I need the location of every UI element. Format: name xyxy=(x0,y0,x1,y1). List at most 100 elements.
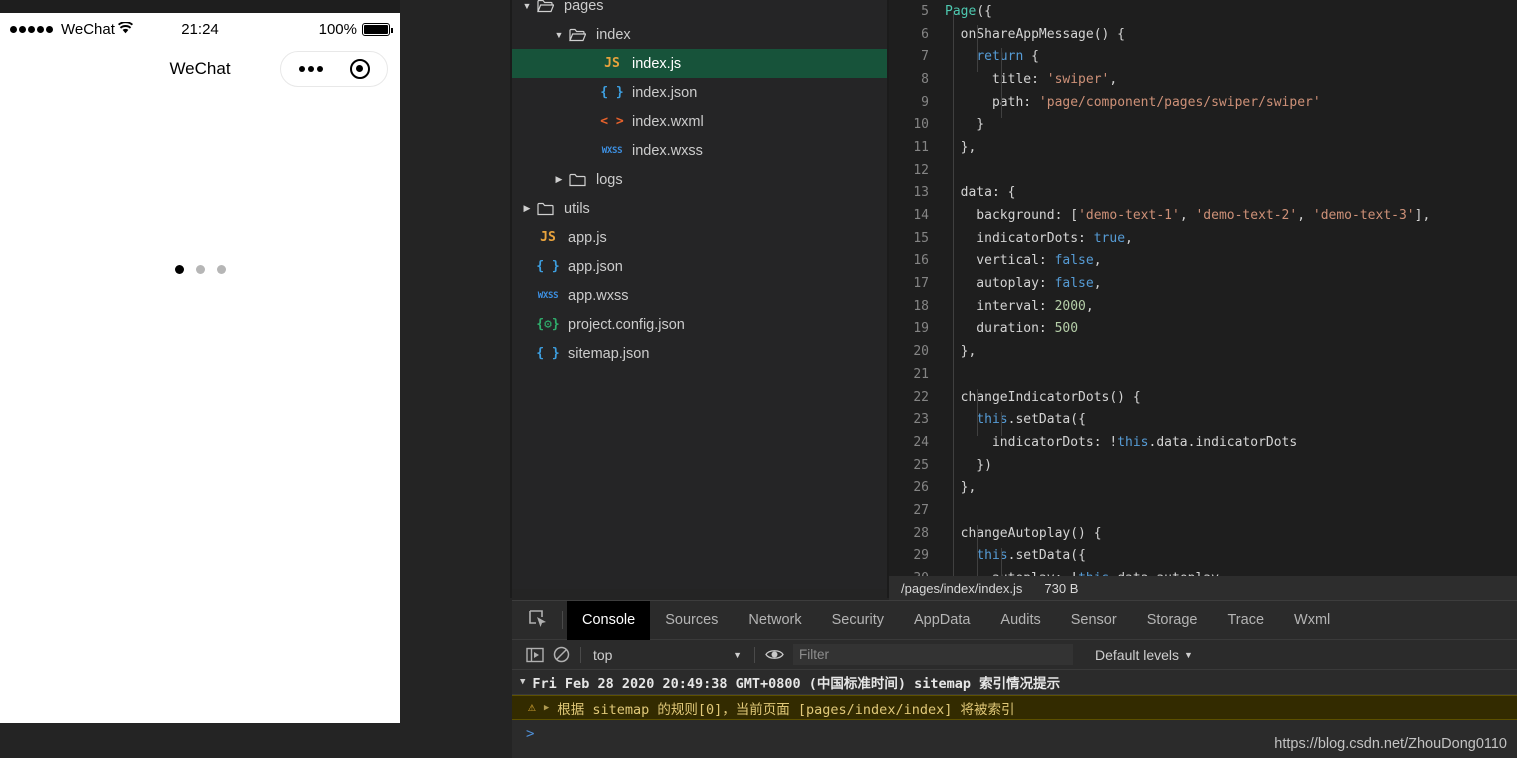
tree-item-project-config-json[interactable]: {⚙} project.config.json xyxy=(512,310,887,339)
code-text: Page({ xyxy=(945,3,992,19)
tree-item-index[interactable]: ▼ index xyxy=(512,20,887,49)
swiper-indicator-dots[interactable] xyxy=(0,265,400,274)
line-number: 9 xyxy=(921,94,929,110)
tree-item-app-json[interactable]: { } app.json xyxy=(512,252,887,281)
console-sidebar-icon[interactable] xyxy=(522,647,548,663)
tree-item-utils[interactable]: ▶ utils xyxy=(512,194,887,223)
line-number: 13 xyxy=(913,185,929,201)
tree-item-label: project.config.json xyxy=(568,316,685,333)
log-levels-label: Default levels xyxy=(1095,646,1180,663)
clear-console-icon[interactable] xyxy=(548,646,574,663)
code-line: 5 Page({ xyxy=(889,0,1517,23)
code-text: onShareAppMessage() { xyxy=(945,26,1126,42)
swiper-dot[interactable] xyxy=(216,265,226,274)
tab-wxml[interactable]: Wxml xyxy=(1279,601,1345,640)
code-line: 26 }, xyxy=(889,476,1517,499)
tab-trace[interactable]: Trace xyxy=(1212,601,1279,640)
code-text: autoplay: false, xyxy=(945,276,1102,292)
console-context-label: top xyxy=(593,646,613,663)
json-file-icon: { } xyxy=(536,259,560,274)
code-text: changeIndicatorDots() { xyxy=(945,389,1141,405)
warning-triangle-icon: ⚠ xyxy=(528,700,536,715)
tree-item-index-wxss[interactable]: WXSS index.wxss xyxy=(512,136,887,165)
battery-percent-label: 100% xyxy=(318,20,357,38)
live-expression-icon[interactable] xyxy=(761,648,787,661)
tab-security[interactable]: Security xyxy=(817,601,899,640)
tree-item-logs[interactable]: ▶ logs xyxy=(512,165,887,194)
tab-console[interactable]: Console xyxy=(567,600,651,640)
chevron-right-icon[interactable]: ▶ xyxy=(552,174,566,185)
code-line: 19 duration: 500 xyxy=(889,318,1517,341)
tree-item-label: index.wxml xyxy=(632,113,704,130)
inspect-element-icon[interactable] xyxy=(528,609,554,631)
console-filter-input[interactable] xyxy=(793,644,1073,665)
tree-item-index-wxml[interactable]: < > index.wxml xyxy=(512,107,887,136)
filterbar-divider xyxy=(580,646,581,663)
line-number: 7 xyxy=(921,49,929,65)
code-line: 8 title: 'swiper', xyxy=(889,68,1517,91)
chevron-right-icon[interactable]: ▶ xyxy=(520,203,534,214)
devtools-tab-bar: Console Sources Network Security AppData Audi… xyxy=(512,600,1517,640)
toolbar-divider xyxy=(562,611,563,629)
tree-item-index-js[interactable]: JS index.js xyxy=(512,49,887,78)
phone-page-body xyxy=(0,93,400,723)
line-number: 8 xyxy=(921,71,929,87)
tree-item-label: app.js xyxy=(568,229,607,246)
tab-storage[interactable]: Storage xyxy=(1132,601,1213,640)
code-line: 28 changeAutoplay() { xyxy=(889,522,1517,545)
prompt-chevron-icon: > xyxy=(526,725,535,742)
code-text: }, xyxy=(945,139,977,155)
console-warning-row[interactable]: ⚠ ▶ 根据 sitemap 的规则[0]，当前页面 [pages/index/… xyxy=(512,695,1517,720)
code-text: changeAutoplay() { xyxy=(945,525,1102,541)
code-text: path: 'page/component/pages/swiper/swipe… xyxy=(945,94,1321,110)
tab-network[interactable]: Network xyxy=(733,601,816,640)
tree-item-app-wxss[interactable]: WXSS app.wxss xyxy=(512,281,887,310)
chevron-down-icon[interactable]: ▼ xyxy=(520,677,525,687)
code-line: 18 interval: 2000, xyxy=(889,295,1517,318)
json-file-icon: { } xyxy=(600,85,624,100)
line-number: 5 xyxy=(921,3,929,19)
tree-item-index-json[interactable]: { } index.json xyxy=(512,78,887,107)
tree-item-label: index.json xyxy=(632,84,698,101)
code-line: 15 indicatorDots: true, xyxy=(889,227,1517,250)
line-number: 11 xyxy=(913,139,929,155)
console-log-levels-selector[interactable]: Default levels ▼ xyxy=(1095,647,1193,663)
line-number: 22 xyxy=(913,389,929,405)
chevron-down-icon: ▼ xyxy=(733,649,742,660)
target-circle-icon[interactable] xyxy=(349,59,370,79)
code-line: 24 indicatorDots: !this.data.indicatorDo… xyxy=(889,431,1517,454)
tree-item-label: app.json xyxy=(568,258,623,275)
tab-sources[interactable]: Sources xyxy=(650,601,733,640)
chevron-down-icon[interactable]: ▼ xyxy=(552,30,566,40)
swiper-dot[interactable] xyxy=(174,265,184,274)
tree-item-label: logs xyxy=(596,171,623,188)
tab-audits[interactable]: Audits xyxy=(985,601,1055,640)
json-file-icon: { } xyxy=(536,346,560,361)
capsule-button[interactable] xyxy=(280,51,388,87)
code-line: 27 xyxy=(889,499,1517,522)
chevron-down-icon: ▼ xyxy=(1184,649,1193,660)
tree-item-label: index.wxss xyxy=(632,142,703,159)
code-line: 17 autoplay: false, xyxy=(889,272,1517,295)
js-file-icon: JS xyxy=(540,230,556,245)
chevron-down-icon[interactable]: ▼ xyxy=(520,1,534,11)
tree-item-sitemap-json[interactable]: { } sitemap.json xyxy=(512,339,887,368)
more-dots-icon[interactable] xyxy=(298,66,323,72)
line-number: 17 xyxy=(913,276,929,292)
code-line: 11 }, xyxy=(889,136,1517,159)
console-group-row[interactable]: ▼ Fri Feb 28 2020 20:49:38 GMT+0800 (中国标… xyxy=(512,670,1517,695)
tab-sensor[interactable]: Sensor xyxy=(1056,601,1132,640)
code-line: 30 autoplay: !this.data.autoplay xyxy=(889,567,1517,576)
simulator-top-strip xyxy=(0,0,400,13)
chevron-right-icon[interactable]: ▶ xyxy=(544,703,549,713)
code-editor[interactable]: 5 Page({6 onShareAppMessage() {7 return {… xyxy=(889,0,1517,576)
tree-item-pages[interactable]: ▼ pages xyxy=(512,0,887,20)
tree-item-label: index xyxy=(596,26,631,43)
file-path-label: /pages/index/index.js xyxy=(901,581,1023,596)
swiper-dot[interactable] xyxy=(195,265,205,274)
tab-appdata[interactable]: AppData xyxy=(899,601,985,640)
tree-item-app-js[interactable]: JS app.js xyxy=(512,223,887,252)
phone-status-bar: WeChat 21:24 100% xyxy=(0,13,400,45)
code-text: duration: 500 xyxy=(945,321,1079,337)
console-context-selector[interactable]: top ▼ xyxy=(593,647,748,663)
